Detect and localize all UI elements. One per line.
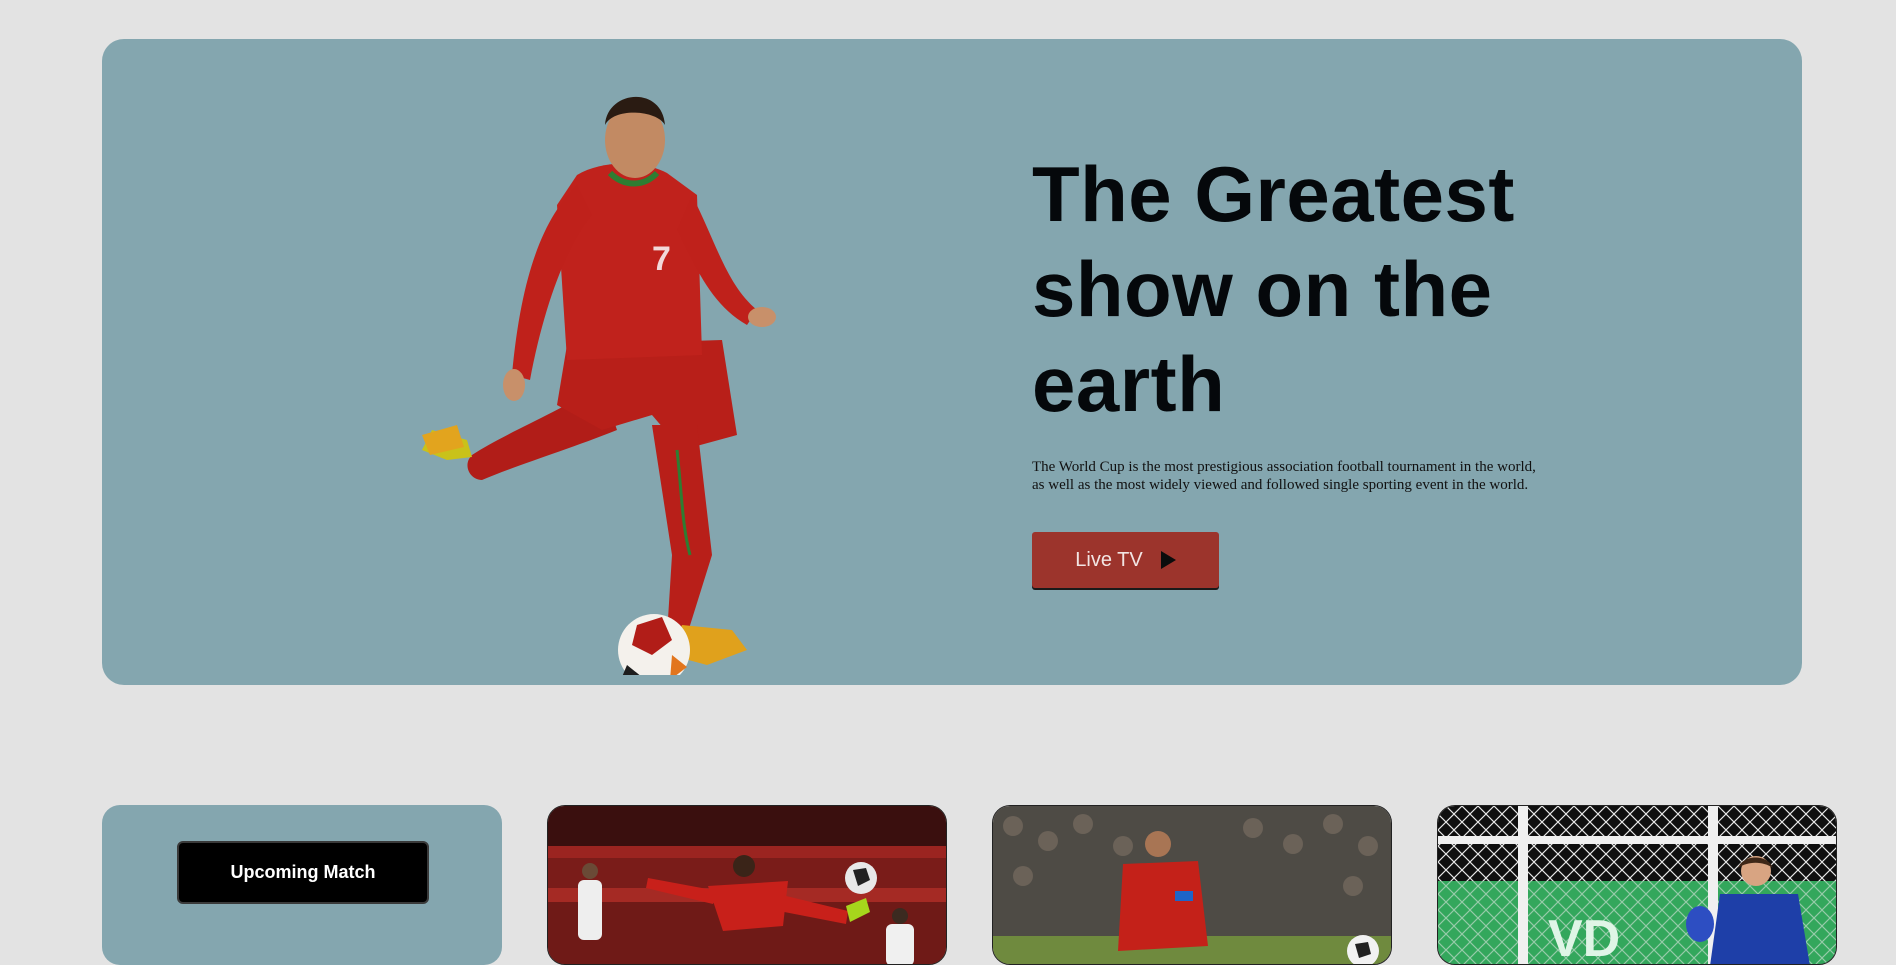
match-photo-card-3[interactable]: VD (1437, 805, 1837, 965)
hero-description: The World Cup is the most prestigious as… (1032, 459, 1536, 493)
cards-row: Upcoming Match VD (102, 805, 1842, 965)
match-photo-card-1[interactable] (547, 805, 947, 965)
hero-banner: 7 The Greatest show on the earth The Wor… (102, 39, 1802, 685)
upcoming-match-card: Upcoming Match (102, 805, 502, 965)
jersey-number: 7 (652, 240, 671, 278)
player-illustration: 7 (422, 96, 776, 675)
match-photo-1 (548, 806, 946, 964)
ad-board-text: VD (1548, 910, 1620, 965)
hero-copy: The Greatest show on the earth The World… (1032, 147, 1592, 588)
match-photo-2 (993, 806, 1391, 964)
upcoming-match-button[interactable]: Upcoming Match (177, 841, 429, 904)
live-tv-button[interactable]: Live TV (1032, 532, 1219, 588)
live-tv-label: Live TV (1075, 548, 1143, 571)
hero-title: The Greatest show on the earth (1032, 150, 1515, 428)
match-photo-card-2[interactable] (992, 805, 1392, 965)
play-icon (1160, 551, 1176, 569)
match-photo-3: VD (1438, 806, 1836, 965)
